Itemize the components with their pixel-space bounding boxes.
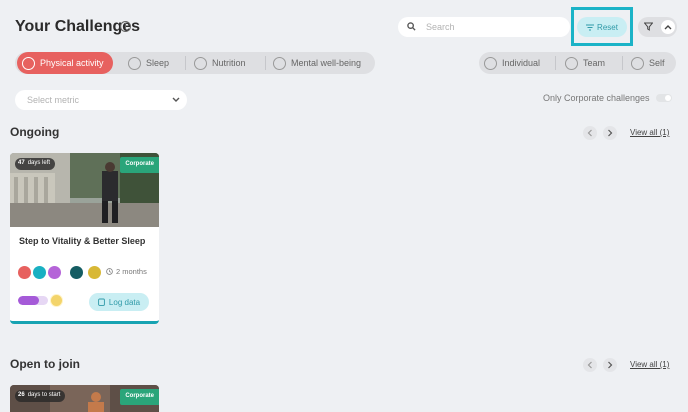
collapse-button[interactable] <box>661 20 675 34</box>
self-icon <box>631 56 644 70</box>
type-self[interactable]: Self <box>631 52 665 74</box>
open-next-button[interactable] <box>603 358 617 372</box>
sleep-icon <box>48 266 61 279</box>
corporate-toggle-label: Only Corporate challenges <box>543 93 650 103</box>
category-nutrition[interactable]: Nutrition <box>194 52 246 74</box>
open-prev-button[interactable] <box>583 358 597 372</box>
eye-icon <box>70 266 83 279</box>
type-team[interactable]: Team <box>565 52 605 74</box>
chevron-right-icon <box>608 129 613 137</box>
filter-group <box>638 17 677 37</box>
category-label: Mental well-being <box>291 58 362 68</box>
metric-select[interactable]: Select metric <box>15 90 187 110</box>
search-icon <box>407 22 416 31</box>
moon-icon <box>33 266 46 279</box>
moon-icon <box>128 56 141 70</box>
challenge-card[interactable]: 47 days left Corporate Step to Vitality … <box>10 153 159 324</box>
type-individual[interactable]: Individual <box>484 52 540 74</box>
ongoing-prev-button[interactable] <box>583 126 597 140</box>
category-label: Sleep <box>146 58 170 68</box>
running-icon <box>18 266 31 279</box>
apple-icon <box>194 56 207 70</box>
team-icon <box>565 56 578 70</box>
open-view-all-link[interactable]: View all (1) <box>630 360 669 369</box>
medal-icon <box>50 294 63 307</box>
days-left-badge: 47 days left <box>15 158 56 170</box>
section-title-open-to-join: Open to join <box>10 357 80 371</box>
challenge-duration: 2 months <box>106 267 147 276</box>
search-box[interactable] <box>398 17 570 37</box>
reset-button[interactable]: Reset <box>577 17 627 37</box>
type-label: Team <box>583 58 606 68</box>
ongoing-next-button[interactable] <box>603 126 617 140</box>
chevron-left-icon <box>587 361 592 369</box>
challenge-progress-bar <box>18 296 48 305</box>
trophy-icon <box>88 266 101 279</box>
corporate-badge: Corporate <box>120 389 159 405</box>
challenge-title: Step to Vitality & Better Sleep <box>19 236 146 246</box>
chevron-left-icon <box>587 129 592 137</box>
challenge-image: 47 days left Corporate <box>10 153 159 227</box>
clock-icon <box>106 268 113 275</box>
log-data-button[interactable]: Log data <box>89 293 149 311</box>
running-icon <box>22 56 35 70</box>
category-filter-group: Physical activity Sleep Nutrition Mental… <box>15 52 375 74</box>
metric-placeholder: Select metric <box>27 95 80 105</box>
category-label: Physical activity <box>40 58 104 68</box>
reset-filter-icon <box>586 24 595 30</box>
category-physical-activity[interactable]: Physical activity <box>17 52 113 74</box>
corporate-toggle[interactable] <box>656 94 672 102</box>
category-sleep[interactable]: Sleep <box>128 52 169 74</box>
section-title-ongoing: Ongoing <box>10 125 60 139</box>
filter-icon[interactable] <box>644 22 653 31</box>
corporate-badge: Corporate <box>120 157 159 173</box>
search-input[interactable] <box>426 20 561 34</box>
clipboard-icon <box>98 298 105 306</box>
reset-label: Reset <box>597 22 618 32</box>
category-label: Nutrition <box>212 58 246 68</box>
type-filter-group: Individual Team Self <box>479 52 676 74</box>
ongoing-view-all-link[interactable]: View all (1) <box>630 128 669 137</box>
individual-icon <box>484 56 497 70</box>
category-mental-well-being[interactable]: Mental well-being <box>273 52 361 74</box>
type-label: Individual <box>502 58 541 68</box>
days-to-start-badge: 26 days to start <box>15 390 66 402</box>
type-label: Self <box>649 58 665 68</box>
info-icon[interactable]: i <box>120 21 131 32</box>
eye-icon <box>273 56 286 70</box>
chevron-right-icon <box>608 361 613 369</box>
chevron-up-icon <box>664 25 672 30</box>
chevron-down-icon <box>172 97 180 102</box>
challenge-card[interactable]: 26 days to start Corporate <box>10 385 159 412</box>
